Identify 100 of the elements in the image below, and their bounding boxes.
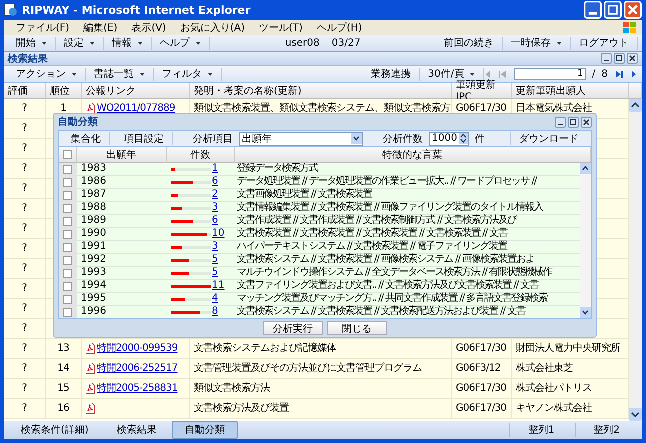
- count-link[interactable]: 2: [212, 190, 218, 200]
- column-header[interactable]: 特徴的な言葉: [235, 147, 591, 163]
- publication-link[interactable]: 特開2006-252517: [97, 364, 178, 374]
- checkbox[interactable]: [63, 256, 72, 264]
- column-header[interactable]: 発明・考案の名称(更新): [190, 83, 452, 99]
- minimize-icon[interactable]: [601, 53, 612, 64]
- count-link[interactable]: 1: [212, 164, 218, 174]
- menu-button[interactable]: 設定: [56, 36, 104, 50]
- menu-button[interactable]: アクション: [8, 68, 86, 80]
- count-link[interactable]: 6: [212, 216, 218, 226]
- menu-button[interactable]: ヘルプ: [152, 36, 210, 50]
- checkbox[interactable]: [63, 282, 72, 290]
- count-link[interactable]: 3: [212, 203, 218, 213]
- toolbar-button[interactable]: 一時保存: [503, 36, 571, 50]
- column-header[interactable]: 公報リンク: [82, 83, 190, 99]
- count-link[interactable]: 11: [212, 281, 225, 291]
- menu-item[interactable]: ファイル(F): [16, 20, 70, 34]
- checkbox[interactable]: [63, 242, 72, 252]
- checkbox[interactable]: [63, 150, 72, 159]
- publication-link[interactable]: 特開2000-099539: [97, 344, 178, 354]
- column-header[interactable]: 件数: [167, 147, 235, 163]
- menu-item[interactable]: 編集(E): [84, 20, 118, 34]
- browser-icon: [4, 3, 18, 17]
- ipc-cell: G06F17/30: [452, 399, 512, 418]
- ipc-cell: G06F3/12: [452, 359, 512, 378]
- checkbox[interactable]: [63, 204, 72, 212]
- rating-cell: ?: [4, 119, 46, 138]
- title-cell: 文書検索システムおよび記憶媒体: [190, 339, 452, 358]
- publication-link[interactable]: 特開2005-258831: [97, 384, 178, 394]
- year-cell-text: 1996: [80, 306, 108, 318]
- caret-icon: [42, 42, 47, 44]
- menu-button[interactable]: 開始: [8, 36, 56, 50]
- toolbar-button[interactable]: 項目設定: [116, 132, 173, 145]
- scroll-up-icon[interactable]: [580, 163, 591, 174]
- keywords-cell-text: 文書情報編集装置 // 文書検索装置 // 画像ファイリング装置のタイトル情報入: [236, 202, 544, 214]
- count-link[interactable]: 6: [212, 177, 218, 187]
- menu-item[interactable]: お気に入り(A): [180, 20, 245, 34]
- checkbox[interactable]: [63, 178, 72, 186]
- arrange-button[interactable]: 整列1: [509, 423, 573, 437]
- scroll-down-icon[interactable]: [629, 408, 642, 421]
- scroll-up-icon[interactable]: [629, 99, 642, 112]
- toolbar-button[interactable]: ログアウト: [571, 36, 638, 50]
- bottom-tab[interactable]: 自動分類: [172, 421, 238, 439]
- maximize-icon[interactable]: [614, 53, 625, 64]
- download-button[interactable]: ダウンロード: [510, 132, 587, 145]
- bottom-tab[interactable]: 検索条件(詳細): [8, 421, 102, 439]
- checkbox[interactable]: [63, 294, 72, 304]
- count-link[interactable]: 10: [212, 229, 225, 239]
- caret-icon: [470, 72, 476, 76]
- keywords-cell-text: 文書検索システム // 文書検索装置 // 文書検索配送方法および装置 // 文書: [236, 306, 527, 318]
- checkbox[interactable]: [63, 230, 72, 238]
- column-header[interactable]: 出願年: [77, 147, 167, 163]
- count-link[interactable]: 5: [212, 268, 218, 278]
- rating-cell: ?: [4, 199, 46, 218]
- publication-link[interactable]: WO2011/077889: [97, 104, 176, 114]
- arrange-button[interactable]: 整列2: [574, 423, 638, 437]
- checkbox[interactable]: [63, 216, 72, 226]
- toolbar-button[interactable]: 業務連携: [363, 68, 420, 80]
- menu-item[interactable]: 表示(V): [132, 20, 166, 34]
- caret-icon: [138, 42, 143, 44]
- close-icon[interactable]: [627, 53, 638, 64]
- toolbar-button[interactable]: 前回の続き: [436, 36, 503, 50]
- checkbox[interactable]: [63, 190, 72, 200]
- count-spinner[interactable]: 1000: [429, 132, 469, 146]
- menu-button[interactable]: 情報: [104, 36, 152, 50]
- column-header[interactable]: 評価: [4, 83, 46, 99]
- keywords-cell-text: 文書検索システム // 文書検索装置 // 画像検索システム // 画像検索装置およ: [236, 254, 536, 266]
- menu-button[interactable]: フィルタ: [154, 68, 222, 80]
- menu-item[interactable]: ツール(T): [259, 20, 303, 34]
- dialog-button[interactable]: 閉じる: [327, 321, 387, 335]
- scrollbar[interactable]: [629, 99, 642, 421]
- count-link[interactable]: 8: [212, 307, 218, 317]
- column-header[interactable]: 順位: [46, 83, 82, 99]
- year-cell-text: 1994: [80, 280, 108, 292]
- toolbar-button[interactable]: 集合化: [63, 132, 110, 145]
- scrollbar[interactable]: [580, 163, 591, 318]
- last-page-icon[interactable]: [614, 70, 624, 78]
- checkbox[interactable]: [63, 164, 72, 174]
- close-icon[interactable]: [581, 116, 592, 128]
- menu-button[interactable]: 書誌一覧: [86, 68, 154, 80]
- keywords-cell-text: マルチウインドウ操作システム // 全文データベース検索方法 // 有限状態機械作: [236, 267, 554, 279]
- minimize-icon[interactable]: [555, 116, 566, 128]
- year-cell-text: 1986: [80, 176, 108, 188]
- item-dropdown[interactable]: 出願年: [239, 132, 363, 146]
- spinner-arrows-icon[interactable]: [459, 133, 468, 144]
- next-icon[interactable]: [630, 70, 638, 78]
- pdf-icon: [86, 403, 95, 414]
- maximize-icon[interactable]: [568, 116, 579, 128]
- checkbox[interactable]: [63, 268, 72, 278]
- dialog-button[interactable]: 分析実行: [263, 321, 323, 335]
- count-link[interactable]: 4: [212, 294, 218, 304]
- bottom-tab[interactable]: 検索結果: [104, 421, 170, 439]
- checkbox[interactable]: [63, 308, 72, 316]
- column-header[interactable]: 更新筆頭出願人: [512, 83, 629, 99]
- scroll-down-icon[interactable]: [580, 307, 591, 318]
- count-link[interactable]: 5: [212, 255, 218, 265]
- count-link[interactable]: 3: [212, 242, 218, 252]
- menu-item[interactable]: ヘルプ(H): [316, 20, 362, 34]
- page-input[interactable]: 1: [514, 68, 586, 80]
- per-page-dropdown[interactable]: 30件/頁: [420, 68, 484, 80]
